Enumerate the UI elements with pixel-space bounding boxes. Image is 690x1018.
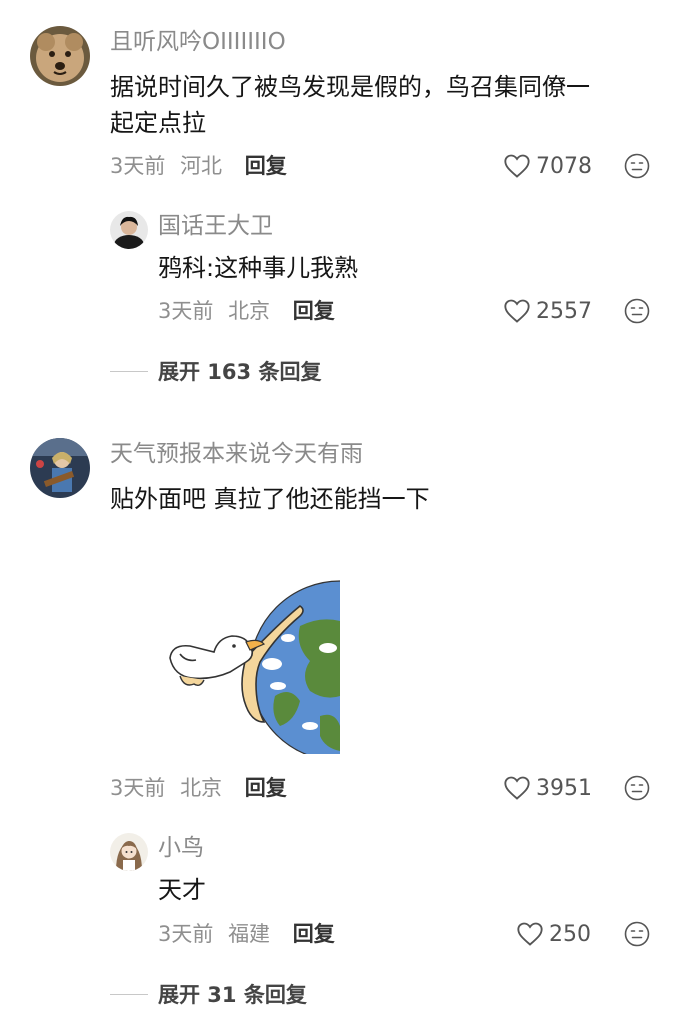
heart-outline-icon	[504, 299, 530, 323]
neutral-face-icon[interactable]	[624, 775, 650, 801]
comment-meta: 3天前 河北 回复	[110, 152, 287, 180]
divider-line	[110, 993, 148, 995]
expand-replies-label: 展开 163 条回复	[158, 360, 322, 384]
reply-button[interactable]: 回复	[293, 299, 335, 323]
concert-avatar-image	[30, 438, 90, 498]
reply-username[interactable]: 国话王大卫	[158, 211, 273, 241]
neutral-face-icon[interactable]	[624, 298, 650, 324]
sticker-image[interactable]	[160, 576, 340, 756]
reply-username[interactable]: 小鸟	[158, 833, 204, 863]
comment-time: 3天前	[110, 776, 166, 800]
heart-outline-icon	[504, 776, 530, 800]
reply-text: 天才	[158, 876, 206, 904]
dog-avatar-image	[30, 26, 90, 86]
like-count: 250	[549, 921, 591, 947]
comment-location: 河北	[180, 154, 223, 178]
person-avatar-image	[110, 211, 148, 249]
heart-outline-icon	[517, 922, 543, 946]
comment-text: 起定点拉	[110, 109, 206, 137]
expand-replies-button[interactable]: 展开 31 条回复	[110, 979, 307, 1009]
reply-time: 3天前	[158, 299, 214, 323]
expand-replies-button[interactable]: 展开 163 条回复	[110, 356, 321, 386]
anime-girl-avatar-image	[110, 833, 148, 871]
like-button[interactable]: 250	[516, 920, 591, 948]
comment-text: 据说时间久了被鸟发现是假的，鸟召集同僚一	[110, 73, 590, 101]
neutral-face-icon[interactable]	[624, 921, 650, 947]
reply-meta: 3天前 北京 回复	[158, 297, 335, 325]
like-count: 2557	[536, 298, 592, 324]
avatar[interactable]	[30, 26, 90, 86]
expand-replies-label: 展开 31 条回复	[158, 983, 307, 1007]
heart-outline-icon	[504, 154, 530, 178]
neutral-face-icon[interactable]	[624, 153, 650, 179]
avatar[interactable]	[110, 211, 148, 249]
divider-line	[110, 370, 148, 372]
reply-button[interactable]: 回复	[293, 922, 335, 946]
avatar[interactable]	[30, 438, 90, 498]
reply-button[interactable]: 回复	[245, 154, 287, 178]
reply-meta: 3天前 福建 回复	[158, 920, 335, 948]
like-button[interactable]: 2557	[503, 297, 592, 325]
earth-illustration	[249, 580, 340, 754]
comment-text: 贴外面吧 真拉了他还能挡一下	[110, 485, 430, 513]
comment-location: 北京	[180, 776, 223, 800]
reply-text: 鸦科:这种事儿我熟	[158, 254, 359, 282]
like-count: 3951	[536, 775, 592, 801]
reply-button[interactable]: 回复	[245, 776, 287, 800]
comment-username[interactable]: 天气预报本来说今天有雨	[110, 439, 363, 469]
like-button[interactable]: 7078	[503, 152, 592, 180]
comment-time: 3天前	[110, 154, 166, 178]
reply-location: 福建	[228, 922, 271, 946]
reply-location: 北京	[228, 299, 271, 323]
reply-time: 3天前	[158, 922, 214, 946]
like-count: 7078	[536, 153, 592, 179]
comment-username[interactable]: 且听风吟OIIIIIIIO	[110, 27, 286, 57]
comment-meta: 3天前 北京 回复	[110, 774, 287, 802]
avatar[interactable]	[110, 833, 148, 871]
like-button[interactable]: 3951	[503, 774, 592, 802]
